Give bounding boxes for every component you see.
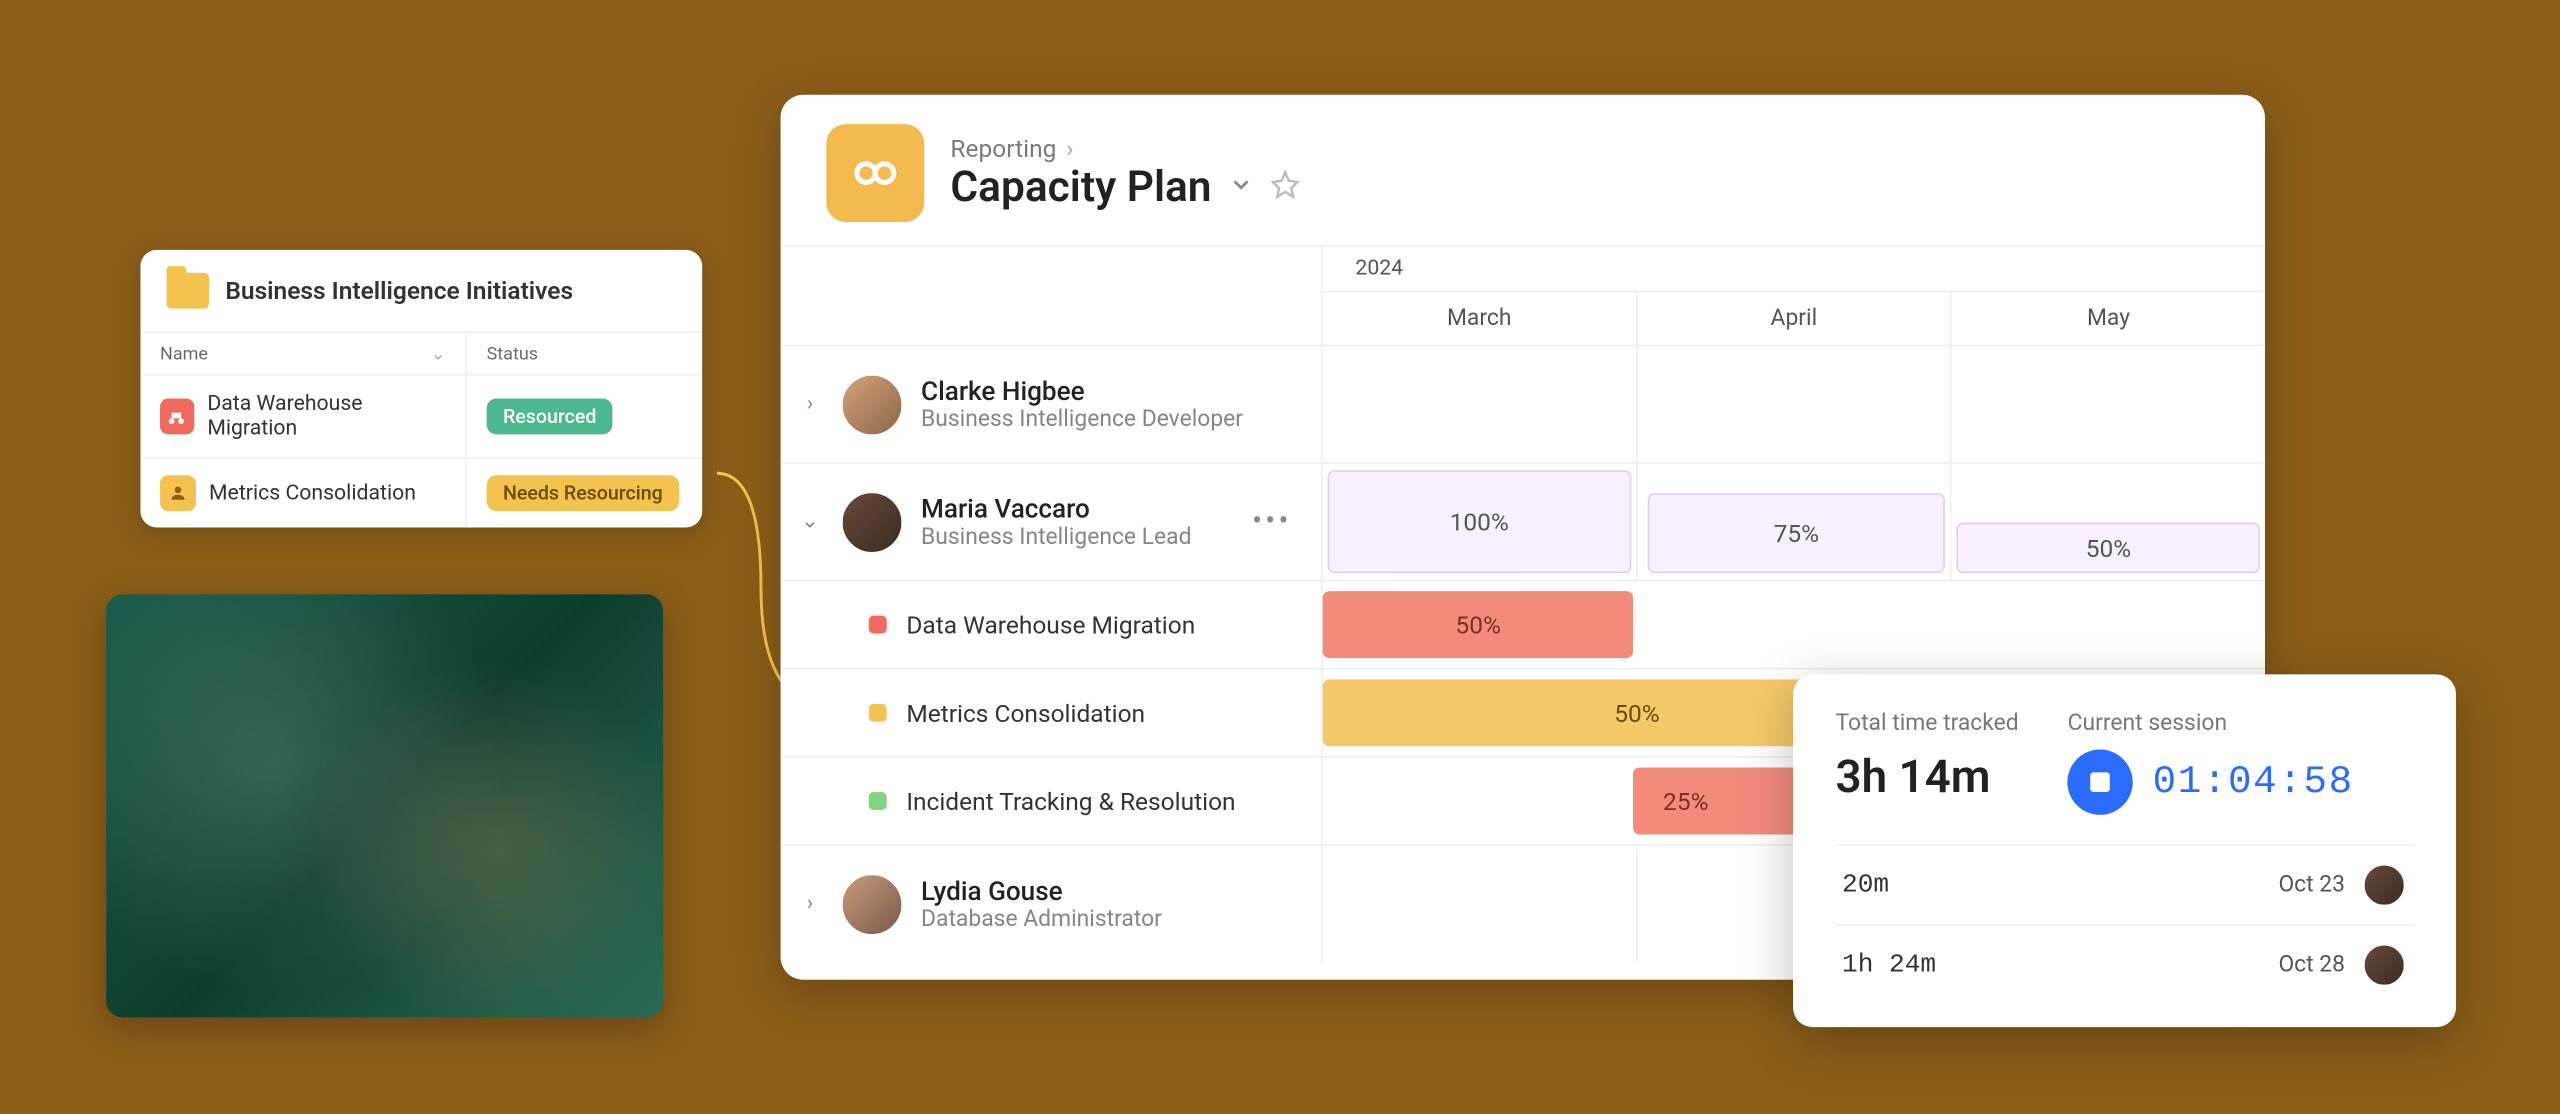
- month-header: March: [1323, 292, 1638, 344]
- entry-date: Oct 23: [2278, 872, 2345, 898]
- task-bar[interactable]: 50%: [1323, 591, 1634, 658]
- avatar: [2361, 942, 2407, 988]
- task-name: Incident Tracking & Resolution: [906, 786, 1235, 815]
- title-dropdown[interactable]: [1228, 171, 1254, 204]
- entry-date: Oct 28: [2278, 952, 2345, 978]
- allocation-cell[interactable]: 100%: [1328, 470, 1631, 573]
- month-header: May: [1952, 292, 2265, 344]
- task-color-icon: [869, 704, 887, 722]
- person-name: Clarke Higbee: [921, 376, 1243, 407]
- expand-toggle[interactable]: ›: [797, 392, 823, 416]
- avatar: [839, 489, 904, 554]
- task-color-icon: [869, 792, 887, 810]
- time-tracker-card: Total time tracked 3h 14m Current sessio…: [1793, 674, 2456, 1027]
- total-time-value: 3h 14m: [1835, 750, 2018, 804]
- person-row[interactable]: ⌄ Maria Vaccaro Business Intelligence Le…: [781, 462, 2265, 580]
- favorite-button[interactable]: [1270, 170, 1299, 206]
- app-icon: [826, 124, 924, 222]
- task-color-icon: [869, 616, 887, 634]
- initiative-row[interactable]: Data Warehouse Migration Resourced: [140, 376, 702, 459]
- page-title: Capacity Plan: [950, 163, 1211, 212]
- initiative-row[interactable]: Metrics Consolidation Needs Resourcing: [140, 459, 702, 528]
- breadcrumb-label: Reporting: [950, 134, 1056, 163]
- initiatives-card: Business Intelligence Initiatives Name ⌄…: [140, 250, 702, 528]
- breadcrumb[interactable]: Reporting ›: [950, 134, 1299, 163]
- entry-duration: 20m: [1842, 870, 1889, 899]
- task-row[interactable]: Data Warehouse Migration 50%: [781, 580, 2265, 668]
- col-status-header: Status: [467, 333, 702, 374]
- year-label: 2024: [1323, 247, 2265, 293]
- month-header: April: [1637, 292, 1952, 344]
- folder-icon: [167, 273, 209, 309]
- time-entry[interactable]: 20m Oct 23: [1835, 844, 2413, 924]
- stop-button[interactable]: [2068, 750, 2133, 815]
- person-role: Database Administrator: [921, 906, 1162, 932]
- allocation-cell[interactable]: 50%: [1957, 523, 2260, 574]
- allocation-cell[interactable]: 75%: [1647, 493, 1945, 573]
- session-timer: 01:04:58: [2153, 760, 2354, 804]
- chevron-right-icon: ›: [1066, 134, 1073, 163]
- status-badge: Resourced: [487, 398, 613, 434]
- more-menu[interactable]: •••: [1252, 505, 1292, 539]
- avatar: [839, 871, 904, 936]
- chevron-down-icon[interactable]: ⌄: [431, 343, 446, 364]
- initiatives-title: Business Intelligence Initiatives: [225, 276, 573, 305]
- task-name: Data Warehouse Migration: [906, 610, 1195, 639]
- avatar: [839, 372, 904, 437]
- task-name: Metrics Consolidation: [906, 698, 1145, 727]
- entry-duration: 1h 24m: [1842, 950, 1936, 979]
- person-role: Business Intelligence Developer: [921, 407, 1243, 433]
- time-entry[interactable]: 1h 24m Oct 28: [1835, 924, 2413, 1004]
- avatar: [2361, 862, 2407, 908]
- person-name: Lydia Gouse: [921, 875, 1162, 906]
- decorative-photo: [106, 594, 663, 1017]
- warehouse-icon: [160, 398, 194, 434]
- person-row[interactable]: › Clarke Higbee Business Intelligence De…: [781, 345, 2265, 463]
- initiative-name: Data Warehouse Migration: [207, 392, 445, 441]
- session-label: Current session: [2068, 710, 2354, 736]
- person-name: Maria Vaccaro: [921, 493, 1191, 524]
- expand-toggle[interactable]: ›: [797, 892, 823, 916]
- col-name-header: Name: [160, 343, 208, 364]
- total-time-label: Total time tracked: [1835, 710, 2018, 736]
- collapse-toggle[interactable]: ⌄: [797, 509, 823, 533]
- status-badge: Needs Resourcing: [487, 475, 679, 511]
- initiative-name: Metrics Consolidation: [209, 481, 416, 505]
- person-role: Business Intelligence Lead: [921, 524, 1191, 550]
- metrics-icon: [160, 475, 196, 511]
